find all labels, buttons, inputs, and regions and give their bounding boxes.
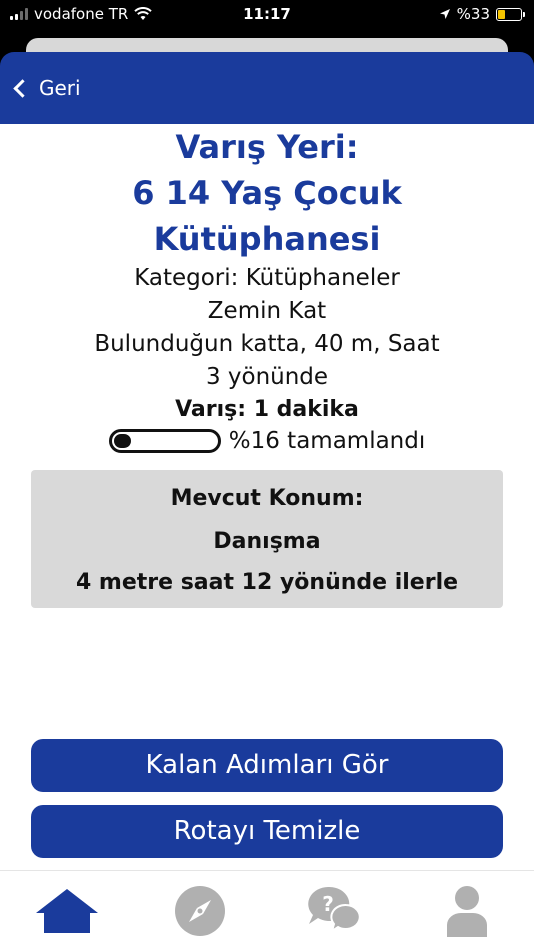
status-bar: vodafone TR 11:17 %33 bbox=[0, 0, 534, 28]
progress-fill bbox=[113, 434, 131, 448]
tab-bar: ? bbox=[0, 870, 534, 950]
chevron-left-icon bbox=[13, 78, 32, 98]
remaining-steps-button[interactable]: Kalan Adımları Gör bbox=[31, 739, 503, 792]
progress-row: %16 tamamlandı bbox=[0, 428, 534, 454]
destination-label: Varış Yeri: bbox=[175, 128, 359, 166]
destination-name: 6 14 Yaş Çocuk Kütüphanesi bbox=[132, 174, 402, 258]
current-location-card: Mevcut Konum: Danışma 4 metre saat 12 yö… bbox=[31, 470, 503, 608]
profile-icon bbox=[447, 885, 488, 937]
back-button[interactable]: Geri bbox=[13, 76, 81, 100]
clear-route-button[interactable]: Rotayı Temizle bbox=[31, 805, 503, 858]
navigation-screen: vodafone TR 11:17 %33 Geri Varış Yeri: 6… bbox=[0, 0, 534, 950]
direction-line-2: 3 yönünde bbox=[205, 364, 329, 390]
tab-explore[interactable] bbox=[165, 881, 235, 941]
battery-fill bbox=[498, 9, 506, 19]
svg-text:?: ? bbox=[322, 892, 334, 916]
battery-percent: %33 bbox=[456, 5, 490, 23]
destination-floor: Zemin Kat bbox=[207, 298, 327, 324]
compass-icon bbox=[175, 885, 226, 936]
tab-home[interactable] bbox=[32, 881, 102, 941]
eta-text: Varış: 1 dakika bbox=[175, 397, 359, 422]
destination-category: Kategori: Kütüphaneler bbox=[134, 265, 400, 291]
tab-help[interactable]: ? bbox=[299, 881, 369, 941]
home-icon bbox=[35, 888, 98, 933]
current-location-title: Mevcut Konum: bbox=[170, 486, 364, 511]
status-right: %33 bbox=[439, 5, 525, 23]
progress-text: %16 tamamlandı bbox=[228, 428, 426, 454]
current-instruction: 4 metre saat 12 yönünde ilerle bbox=[75, 570, 459, 595]
back-label: Geri bbox=[39, 76, 81, 100]
content-area: Varış Yeri: 6 14 Yaş Çocuk Kütüphanesi K… bbox=[0, 124, 534, 870]
progress-bar bbox=[108, 429, 221, 453]
help-chat-icon: ? bbox=[307, 886, 361, 933]
battery-icon bbox=[496, 7, 525, 21]
location-arrow-icon bbox=[439, 9, 450, 19]
current-location-name: Danışma bbox=[213, 529, 321, 554]
tab-profile[interactable] bbox=[432, 881, 502, 941]
direction-line-1: Bulunduğun katta, 40 m, Saat bbox=[94, 331, 440, 357]
top-bar: Geri bbox=[0, 52, 534, 124]
